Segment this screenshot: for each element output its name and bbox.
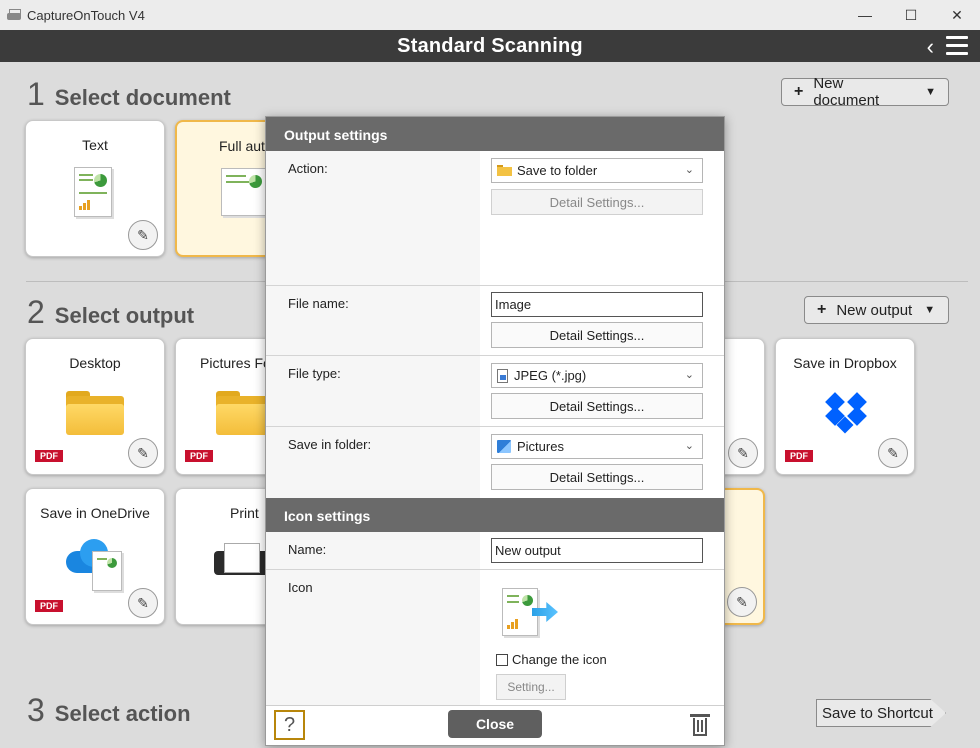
section-title: Select action [54,701,191,726]
save-folder-value: Pictures [517,439,564,454]
pdf-badge: PDF [785,450,813,462]
page-title: Standard Scanning [397,34,583,57]
chevron-down-icon: ⌄ [684,440,694,452]
folder-icon [66,391,124,435]
page-header: Standard Scanning ‹ [0,30,980,62]
new-document-label: New document [813,75,880,109]
output-card-dropbox[interactable]: Save in Dropbox PDF ✎ [775,338,915,475]
save-folder-label: Save in folder: [288,437,372,452]
pictures-icon [497,440,511,453]
save-folder-select[interactable]: Pictures ⌄ [491,434,703,459]
chevron-left-icon[interactable]: ‹ [927,34,934,60]
window-titlebar: CaptureOnTouch V4 — ☐ ✕ [0,0,980,30]
edit-pencil-icon[interactable]: ✎ [128,438,158,468]
file-name-input[interactable] [491,292,703,317]
window-title: CaptureOnTouch V4 [27,7,145,23]
action-detail-settings-button[interactable]: Detail Settings... [491,189,703,215]
name-row: Name: [266,532,724,570]
trash-icon[interactable] [690,714,710,736]
action-row: Action: Save to folder ⌄ Detail Settings… [266,151,724,286]
file-name-detail-settings-button[interactable]: Detail Settings... [491,322,703,348]
section-number: 1 [27,76,45,112]
save-to-shortcut-button[interactable]: Save to Shortcut [816,699,946,727]
change-icon-label: Change the icon [512,652,607,667]
action-select[interactable]: Save to folder ⌄ [491,158,703,183]
icon-label: Icon [288,580,313,595]
change-icon-checkbox[interactable]: Change the icon [496,652,607,667]
edit-pencil-icon[interactable]: ✎ [128,588,158,618]
edit-pencil-icon[interactable]: ✎ [878,438,908,468]
pdf-badge: PDF [35,450,63,462]
icon-setting-button[interactable]: Setting... [496,674,566,700]
section-title: Select document [54,85,231,110]
section-select-action: 3 Select action [27,692,191,729]
file-type-select[interactable]: JPEG (*.jpg) ⌄ [491,363,703,388]
file-type-value: JPEG (*.jpg) [514,368,587,383]
section-select-document: 1 Select document [27,76,231,113]
dropbox-icon [824,392,868,434]
file-type-row: File type: JPEG (*.jpg) ⌄ Detail Setting… [266,356,724,427]
card-label: Desktop [69,355,121,371]
action-value: Save to folder [517,163,598,178]
output-card-desktop[interactable]: Desktop PDF ✎ [25,338,165,475]
caret-down-icon: ▼ [924,304,936,316]
section-select-output: 2 Select output [27,294,194,331]
save-folder-detail-settings-button[interactable]: Detail Settings... [491,464,703,490]
jpeg-file-icon [497,368,508,383]
card-label: Text [82,137,108,153]
output-name-input[interactable] [491,538,703,563]
help-icon[interactable]: ? [274,710,305,740]
chevron-down-icon: ⌄ [684,164,694,176]
multi-document-icon [221,168,267,216]
section-title: Select output [54,303,195,328]
chevron-down-icon: ⌄ [684,369,694,381]
icon-row: Icon Change the icon Setting... [266,570,724,710]
output-card-onedrive[interactable]: Save in OneDrive PDF ✎ [25,488,165,625]
file-name-label: File name: [288,296,349,311]
document-icon [74,167,112,217]
new-document-button[interactable]: + New document ▼ [781,75,949,109]
save-folder-row: Save in folder: Pictures ⌄ Detail Settin… [266,427,724,498]
caret-down-icon: ▼ [925,86,936,98]
icon-settings-header: Icon settings [266,498,724,532]
output-settings-dialog: Output settings Action: Save to folder ⌄… [265,116,725,746]
file-name-row: File name: Detail Settings... [266,286,724,356]
output-preview-icon [502,588,562,640]
file-type-detail-settings-button[interactable]: Detail Settings... [491,393,703,419]
close-button[interactable]: Close [448,710,542,738]
action-label: Action: [288,161,328,176]
pdf-badge: PDF [185,450,213,462]
checkbox-unchecked-icon[interactable] [496,653,508,666]
new-output-label: New output [836,301,913,319]
card-label: Save in OneDrive [40,505,150,521]
name-label: Name: [288,542,327,557]
document-icon [92,551,122,591]
hamburger-menu-icon[interactable] [946,36,968,56]
scanner-app-icon [7,9,21,21]
document-card-text[interactable]: Text ✎ [25,120,165,257]
output-settings-header: Output settings [266,117,724,151]
section-number: 3 [27,692,45,728]
card-label: Save in Dropbox [793,355,897,371]
close-window-button[interactable]: ✕ [934,0,980,30]
dialog-footer: ? Close [266,705,724,745]
section-number: 2 [27,294,45,330]
pdf-badge: PDF [35,600,63,612]
plus-icon: + [794,83,804,100]
edit-pencil-icon[interactable]: ✎ [128,220,158,250]
plus-icon: + [817,301,827,318]
maximize-button[interactable]: ☐ [888,0,934,30]
folder-icon [497,165,512,176]
edit-pencil-icon[interactable]: ✎ [727,587,757,617]
file-type-label: File type: [288,366,341,381]
minimize-button[interactable]: — [842,0,888,30]
edit-pencil-icon[interactable]: ✎ [728,438,758,468]
new-output-button[interactable]: + New output ▼ [804,296,949,324]
